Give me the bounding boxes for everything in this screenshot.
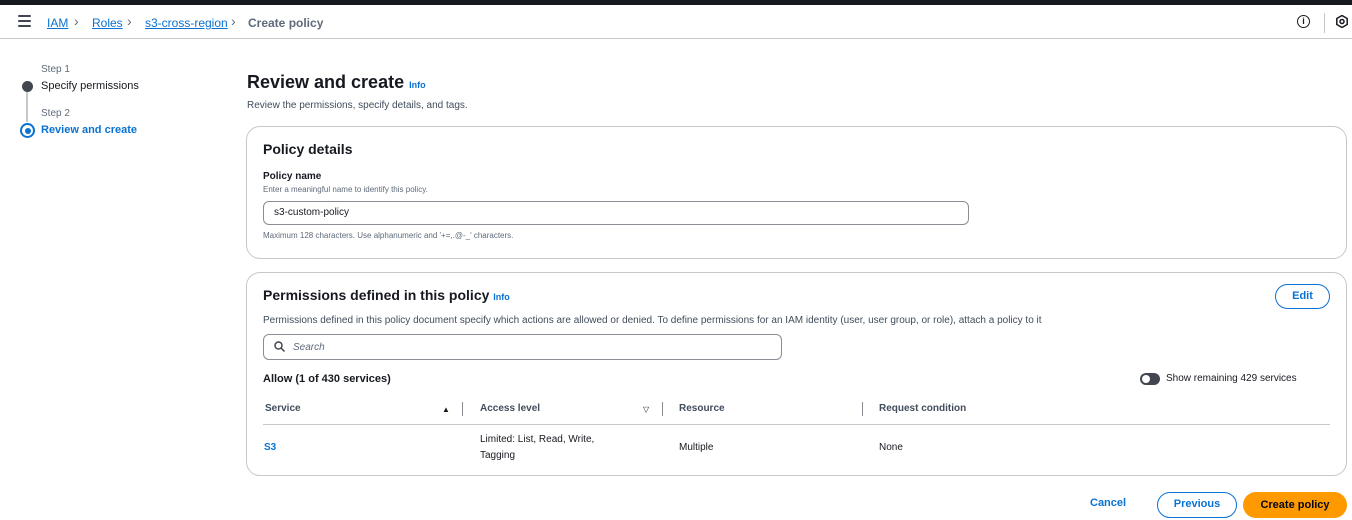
column-separator [662, 402, 663, 416]
info-link[interactable]: Info [409, 80, 426, 90]
step-2-title: Review and create [41, 124, 137, 136]
step-1-dot [22, 81, 33, 92]
search-input[interactable]: Search [263, 334, 782, 360]
permissions-description: Permissions defined in this policy docum… [263, 315, 1042, 326]
policy-details-title: Policy details [263, 141, 353, 157]
breadcrumb-iam[interactable]: IAM [47, 16, 68, 30]
column-separator [862, 402, 863, 416]
menu-icon[interactable] [18, 15, 31, 27]
previous-button[interactable]: Previous [1157, 492, 1237, 518]
page-title: Review and create Info [247, 72, 426, 92]
breadcrumb-roles[interactable]: Roles [92, 16, 123, 30]
create-policy-button[interactable]: Create policy [1243, 492, 1347, 518]
access-level-line-1: Limited: List, Read, Write, [480, 434, 595, 445]
chevron-right-icon: › [127, 13, 132, 29]
service-link[interactable]: S3 [264, 442, 276, 453]
policy-name-input[interactable]: s3-custom-policy [263, 201, 969, 225]
search-icon [274, 341, 285, 352]
column-request-condition[interactable]: Request condition [879, 403, 966, 414]
toggle-label: Show remaining 429 services [1166, 373, 1297, 384]
settings-icon[interactable] [1336, 15, 1348, 28]
show-remaining-toggle[interactable] [1140, 373, 1160, 385]
table-header-divider [263, 424, 1330, 425]
edit-button[interactable]: Edit [1275, 284, 1330, 309]
policy-name-label: Policy name [263, 171, 322, 182]
toggle-knob [1142, 375, 1150, 383]
access-level-line-2: Tagging [480, 450, 516, 461]
page-subtitle: Review the permissions, specify details,… [247, 100, 468, 111]
divider [1324, 13, 1325, 33]
condition-value: None [879, 442, 903, 453]
search-placeholder: Search [293, 342, 325, 353]
step-1-label: Step 1 [41, 64, 70, 75]
policy-name-desc: Enter a meaningful name to identify this… [263, 185, 428, 194]
step-2-dot [20, 123, 35, 138]
permissions-info-link[interactable]: Info [493, 292, 510, 302]
breadcrumb-role[interactable]: s3-cross-region [145, 16, 228, 30]
column-separator [462, 402, 463, 416]
chevron-right-icon: › [231, 13, 236, 29]
step-connector [26, 92, 28, 122]
column-service[interactable]: Service [265, 403, 301, 414]
chevron-right-icon: › [74, 13, 79, 29]
column-access-level[interactable]: Access level [480, 403, 540, 414]
info-circle-icon[interactable]: i [1297, 15, 1310, 28]
step-1-title[interactable]: Specify permissions [41, 80, 139, 92]
resource-value: Multiple [679, 442, 714, 453]
sort-descending-icon[interactable]: ▽ [643, 405, 649, 414]
allow-title: Allow (1 of 430 services) [263, 373, 391, 385]
breadcrumb-bar: IAM › Roles › s3-cross-region › Create p… [0, 5, 1352, 39]
policy-name-constraint: Maximum 128 characters. Use alphanumeric… [263, 231, 514, 240]
permissions-title: Permissions defined in this policy Info [263, 287, 510, 303]
column-resource[interactable]: Resource [679, 403, 725, 414]
breadcrumb-current: Create policy [248, 16, 324, 30]
step-2-label: Step 2 [41, 108, 70, 119]
sort-ascending-icon[interactable]: ▲ [442, 405, 450, 414]
cancel-button[interactable]: Cancel [1090, 497, 1126, 509]
